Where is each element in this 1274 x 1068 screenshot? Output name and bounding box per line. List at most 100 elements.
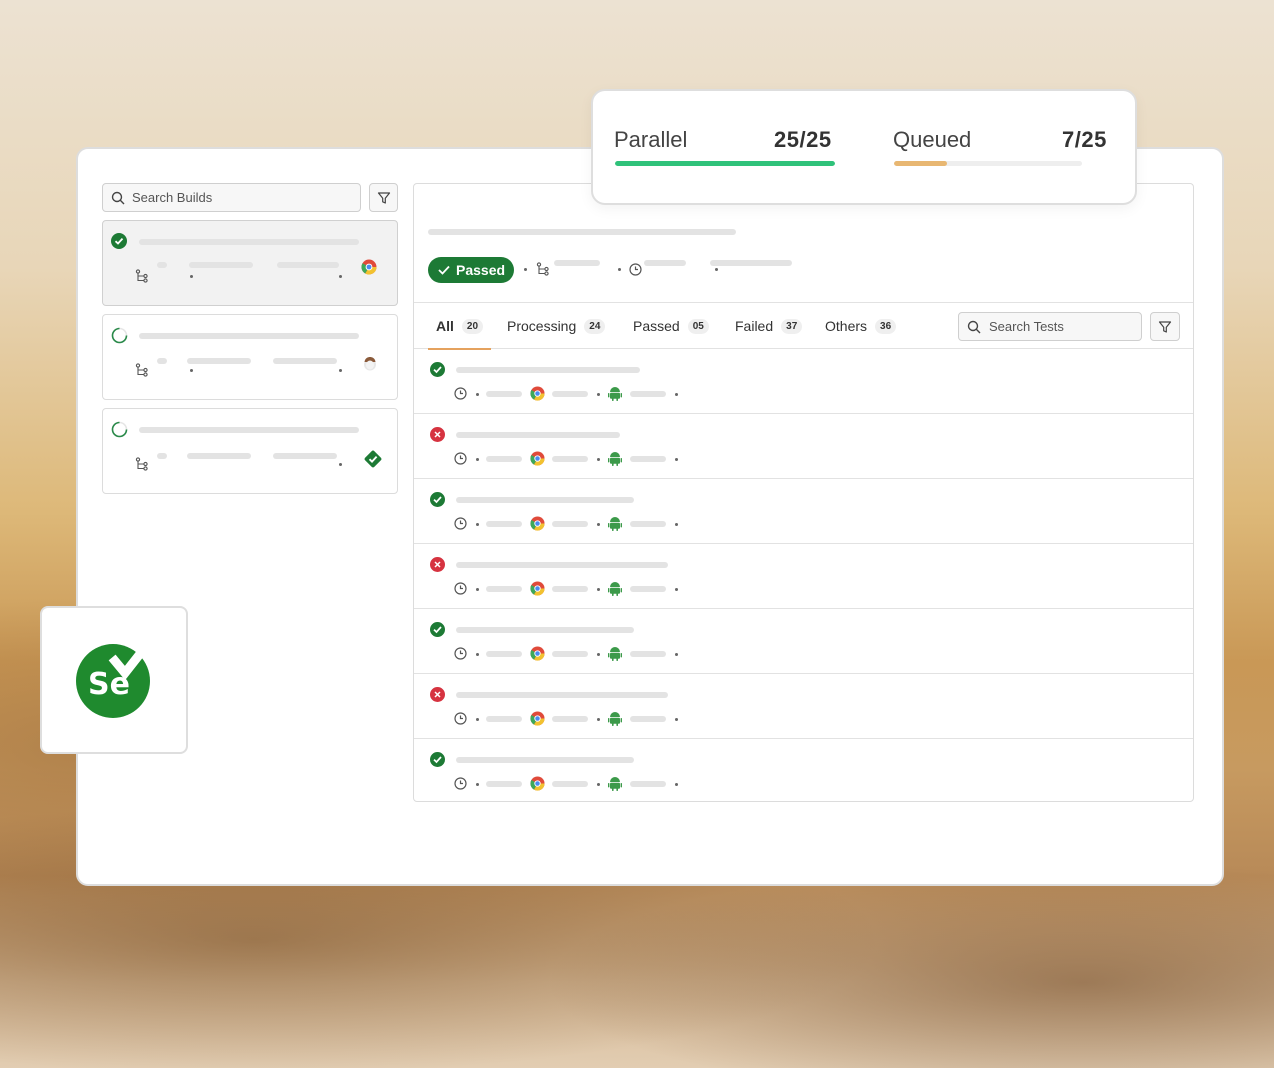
search-tests-placeholder: Search Tests bbox=[989, 319, 1064, 334]
check-icon bbox=[438, 265, 450, 275]
build-title-placeholder bbox=[139, 333, 359, 339]
meta-placeholder bbox=[486, 456, 522, 462]
tab-passed[interactable]: Passed 05 bbox=[633, 303, 709, 349]
tab-count: 37 bbox=[781, 318, 803, 334]
meta-placeholder bbox=[552, 586, 588, 592]
search-icon bbox=[967, 320, 981, 333]
android-icon bbox=[608, 777, 622, 791]
meta-placeholder bbox=[630, 521, 666, 527]
tab-label: Processing bbox=[507, 318, 577, 334]
meta-placeholder bbox=[273, 453, 337, 459]
main-panel: Search Builds Passed All 20 Processing 2… bbox=[76, 147, 1224, 886]
tab-others[interactable]: Others 36 bbox=[825, 303, 897, 349]
meta-placeholder bbox=[157, 453, 167, 459]
test-row[interactable] bbox=[414, 414, 1193, 479]
separator-dot bbox=[597, 588, 600, 591]
meta-placeholder bbox=[630, 456, 666, 462]
meta-placeholder bbox=[486, 586, 522, 592]
chrome-icon bbox=[530, 451, 545, 466]
passed-check-icon bbox=[430, 492, 445, 507]
android-icon bbox=[608, 647, 622, 661]
queued-progress-bar bbox=[894, 161, 1082, 166]
meta-placeholder bbox=[552, 521, 588, 527]
meta-placeholder bbox=[157, 358, 167, 364]
passed-check-icon bbox=[430, 362, 445, 377]
test-row[interactable] bbox=[414, 544, 1193, 609]
tab-count: 36 bbox=[875, 318, 897, 334]
separator-dot bbox=[476, 588, 479, 591]
tab-count: 24 bbox=[584, 318, 606, 334]
test-row[interactable] bbox=[414, 479, 1193, 544]
build-card[interactable] bbox=[102, 314, 398, 400]
passed-check-icon bbox=[430, 622, 445, 637]
check-badge-icon bbox=[364, 450, 382, 468]
test-list bbox=[414, 349, 1193, 804]
search-builds-placeholder: Search Builds bbox=[132, 190, 213, 205]
meta-placeholder bbox=[552, 391, 588, 397]
branch-icon bbox=[135, 363, 148, 377]
meta-placeholder bbox=[644, 260, 686, 266]
meta-placeholder bbox=[630, 651, 666, 657]
parallel-progress-fill bbox=[615, 161, 835, 166]
tab-failed[interactable]: Failed 37 bbox=[735, 303, 803, 349]
tab-label: Passed bbox=[633, 318, 680, 334]
chrome-icon bbox=[361, 259, 377, 275]
test-row[interactable] bbox=[414, 609, 1193, 674]
test-title-placeholder bbox=[456, 692, 668, 698]
separator-dot bbox=[675, 653, 678, 656]
build-title-placeholder bbox=[139, 427, 359, 433]
chrome-icon bbox=[530, 581, 545, 596]
meta-placeholder bbox=[486, 391, 522, 397]
queued-value: 7/25 bbox=[1062, 127, 1107, 152]
separator-dot bbox=[597, 523, 600, 526]
selenium-logo-card: Se bbox=[40, 606, 188, 754]
search-tests-input[interactable]: Search Tests bbox=[958, 312, 1142, 341]
passed-check-icon bbox=[430, 752, 445, 767]
android-icon bbox=[608, 582, 622, 596]
meta-placeholder bbox=[157, 262, 167, 268]
test-row[interactable] bbox=[414, 739, 1193, 804]
separator-dot bbox=[339, 463, 342, 466]
chrome-icon bbox=[530, 516, 545, 531]
chrome-icon bbox=[530, 711, 545, 726]
test-title-placeholder bbox=[456, 367, 640, 373]
chrome-icon bbox=[530, 386, 545, 401]
tab-all[interactable]: All 20 bbox=[427, 303, 492, 350]
builds-filter-button[interactable] bbox=[369, 183, 398, 212]
filter-icon bbox=[377, 191, 390, 204]
search-builds-input[interactable]: Search Builds bbox=[102, 183, 361, 212]
test-row[interactable] bbox=[414, 674, 1193, 739]
separator-dot bbox=[476, 393, 479, 396]
clock-icon bbox=[454, 517, 467, 530]
clock-icon bbox=[454, 777, 467, 790]
build-status-label: Passed bbox=[456, 262, 506, 278]
meta-placeholder bbox=[554, 260, 600, 266]
chrome-icon bbox=[530, 646, 545, 661]
separator-dot bbox=[597, 458, 600, 461]
separator-dot bbox=[339, 275, 342, 278]
clock-icon bbox=[454, 712, 467, 725]
passed-check-icon bbox=[111, 233, 127, 249]
build-card[interactable] bbox=[102, 220, 398, 306]
tab-processing[interactable]: Processing 24 bbox=[507, 303, 606, 349]
meta-placeholder bbox=[486, 651, 522, 657]
tests-filter-button[interactable] bbox=[1150, 312, 1180, 341]
android-icon bbox=[608, 712, 622, 726]
meta-placeholder bbox=[630, 781, 666, 787]
separator-dot bbox=[190, 275, 193, 278]
tab-label: Failed bbox=[735, 318, 774, 334]
separator-dot bbox=[715, 268, 718, 271]
android-icon bbox=[608, 387, 622, 401]
selenium-logo: Se bbox=[76, 641, 153, 718]
test-row[interactable] bbox=[414, 349, 1193, 414]
meta-placeholder bbox=[189, 262, 253, 268]
clock-icon bbox=[454, 387, 467, 400]
build-detail-panel: Passed All 20 Processing 24 Passed 05 Fa… bbox=[413, 183, 1194, 802]
separator-dot bbox=[597, 653, 600, 656]
separator-dot bbox=[476, 458, 479, 461]
build-status-badge: Passed bbox=[428, 257, 515, 283]
build-card[interactable] bbox=[102, 408, 398, 494]
separator-dot bbox=[618, 268, 621, 271]
test-title-placeholder bbox=[456, 432, 620, 438]
selenium-logo-text: Se bbox=[88, 667, 130, 702]
